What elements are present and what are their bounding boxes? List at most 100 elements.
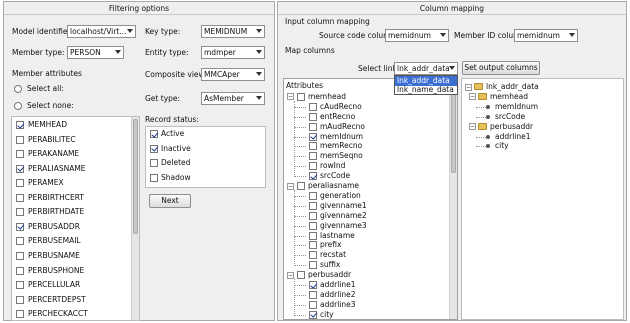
attribute-label: PERCELLULAR bbox=[28, 280, 81, 290]
record-status-checkbox[interactable] bbox=[150, 130, 158, 138]
record-status-checkbox[interactable] bbox=[150, 144, 158, 153]
tree-leaf-checkbox[interactable] bbox=[309, 241, 317, 250]
output-tree[interactable]: − lnk_addr_data − memhead memIdnum srcCode − pe… bbox=[461, 78, 624, 320]
select-link-value: lnk_addr_data bbox=[397, 64, 450, 73]
tree-connector bbox=[294, 285, 306, 286]
attribute-checkbox[interactable] bbox=[16, 281, 24, 290]
member-attributes-list[interactable]: MEMHEAD PERABILITEC PERAKANAME PERALIASNAME… bbox=[11, 116, 140, 321]
attribute-checkbox[interactable] bbox=[16, 295, 24, 304]
tree-leaf-checkbox[interactable] bbox=[309, 172, 317, 181]
attribute-label: PERCERTDEPST bbox=[28, 294, 86, 304]
record-status-label: Active bbox=[161, 129, 185, 138]
attribute-checkbox[interactable] bbox=[16, 193, 24, 202]
chevron-down-icon bbox=[256, 50, 262, 54]
tree-connector bbox=[294, 195, 306, 197]
tree-leaf-checkbox[interactable] bbox=[309, 310, 317, 319]
entity-type-label: Entity type: bbox=[145, 48, 189, 57]
tree-leaf-label: recstat bbox=[320, 250, 347, 260]
tree-connector bbox=[294, 235, 306, 237]
tree-leaf-checkbox[interactable] bbox=[309, 132, 317, 141]
record-status-checkbox[interactable] bbox=[150, 159, 158, 167]
key-type-combo[interactable]: MEMIDNUM bbox=[201, 25, 265, 38]
set-output-columns-button[interactable]: Set output columns bbox=[462, 61, 540, 75]
output-leaf-label: srcCode bbox=[495, 111, 526, 121]
tree-leaf-label: rowInd bbox=[320, 161, 346, 171]
select-link-combo[interactable]: lnk_addr_data bbox=[394, 62, 458, 75]
attributes-tree[interactable]: Attributes − memhead cAudRecno entRecno mAud… bbox=[283, 78, 458, 320]
record-status-checkbox[interactable] bbox=[150, 173, 158, 182]
tree-connector bbox=[476, 116, 486, 118]
tree-leaf-checkbox[interactable] bbox=[309, 231, 317, 240]
tree-leaf-checkbox[interactable] bbox=[309, 221, 317, 230]
tree-connector bbox=[294, 205, 306, 207]
tree-leaf-label: addrline2 bbox=[320, 289, 356, 299]
tree-leaf-checkbox[interactable] bbox=[309, 211, 317, 220]
attribute-checkbox[interactable] bbox=[16, 208, 24, 217]
leaf-dot-icon bbox=[486, 114, 490, 119]
attribute-checkbox[interactable] bbox=[16, 222, 24, 231]
tree-leaf-checkbox[interactable] bbox=[309, 102, 317, 111]
entity-type-combo[interactable]: mdmper bbox=[201, 46, 265, 59]
attribute-checkbox[interactable] bbox=[16, 251, 24, 260]
member-type-combo[interactable]: PERSON bbox=[67, 46, 124, 59]
attributes-tree-scrollbar[interactable] bbox=[449, 79, 457, 319]
attribute-checkbox[interactable] bbox=[16, 164, 24, 173]
attributes-scrollbar-thumb[interactable] bbox=[133, 119, 138, 234]
tree-connector bbox=[294, 100, 295, 176]
folder-icon bbox=[478, 92, 487, 100]
tree-leaf-checkbox[interactable] bbox=[309, 162, 317, 171]
tree-leaf-checkbox[interactable] bbox=[309, 112, 317, 121]
collapse-icon[interactable]: − bbox=[287, 182, 294, 190]
attribute-checkbox[interactable] bbox=[16, 121, 24, 129]
tree-leaf-label: memSeqno bbox=[320, 151, 363, 161]
tree-leaf-checkbox[interactable] bbox=[309, 122, 317, 131]
tree-group-checkbox[interactable] bbox=[297, 271, 305, 280]
attribute-checkbox[interactable] bbox=[16, 179, 24, 188]
attribute-label: PERBUSPHONE bbox=[28, 265, 85, 275]
attribute-checkbox[interactable] bbox=[16, 310, 24, 319]
attribute-label: PERABILITEC bbox=[28, 134, 76, 144]
attribute-checkbox[interactable] bbox=[16, 150, 24, 159]
tree-leaf-label: suffix bbox=[320, 260, 341, 270]
select-link-option[interactable]: lnk_name_data bbox=[395, 85, 457, 94]
member-type-label: Member type: bbox=[12, 48, 65, 57]
next-button[interactable]: Next bbox=[149, 194, 191, 208]
select-link-dropdown[interactable]: lnk_addr_data lnk_name_data bbox=[394, 75, 458, 95]
attribute-label: PERAMEX bbox=[28, 178, 64, 188]
collapse-icon[interactable]: − bbox=[469, 93, 476, 101]
tree-leaf-checkbox[interactable] bbox=[309, 261, 317, 270]
get-type-combo[interactable]: AsMember bbox=[201, 92, 265, 105]
tree-leaf-checkbox[interactable] bbox=[309, 251, 317, 260]
attributes-scrollbar[interactable] bbox=[131, 117, 139, 320]
tree-leaf-checkbox[interactable] bbox=[309, 290, 317, 299]
select-all-radio[interactable] bbox=[14, 85, 22, 93]
select-none-radio[interactable] bbox=[14, 102, 22, 110]
record-status-label: Record status: bbox=[145, 115, 199, 124]
collapse-icon[interactable]: − bbox=[469, 123, 476, 131]
tree-connector bbox=[294, 279, 295, 314]
tree-leaf-checkbox[interactable] bbox=[309, 152, 317, 161]
member-id-combo[interactable]: memidnum bbox=[514, 29, 578, 42]
collapse-icon[interactable]: − bbox=[287, 271, 294, 279]
tree-leaf-checkbox[interactable] bbox=[309, 300, 317, 309]
collapse-icon[interactable]: − bbox=[287, 93, 294, 101]
tree-leaf-checkbox[interactable] bbox=[309, 142, 317, 151]
attribute-checkbox[interactable] bbox=[16, 237, 24, 246]
collapse-icon[interactable]: − bbox=[465, 83, 472, 91]
tree-leaf-checkbox[interactable] bbox=[309, 191, 317, 200]
tree-connector bbox=[294, 294, 306, 296]
attribute-checkbox[interactable] bbox=[16, 135, 24, 144]
tree-leaf-checkbox[interactable] bbox=[309, 281, 317, 289]
model-identifier-combo[interactable]: localhost/Virt... bbox=[67, 25, 136, 38]
select-all-label: Select all: bbox=[27, 84, 64, 93]
column-mapping-title: Column mapping bbox=[278, 2, 626, 15]
tree-group-checkbox[interactable] bbox=[297, 92, 305, 101]
source-code-combo[interactable]: memidnum bbox=[385, 29, 449, 42]
tree-leaf-checkbox[interactable] bbox=[309, 201, 317, 210]
model-identifier-value: localhost/Virt... bbox=[70, 27, 127, 36]
composite-view-combo[interactable]: MMCAper bbox=[201, 68, 265, 81]
tree-connector bbox=[294, 116, 306, 118]
tree-group-checkbox[interactable] bbox=[297, 182, 305, 190]
attribute-checkbox[interactable] bbox=[16, 266, 24, 275]
composite-view-value: MMCAper bbox=[204, 70, 240, 79]
